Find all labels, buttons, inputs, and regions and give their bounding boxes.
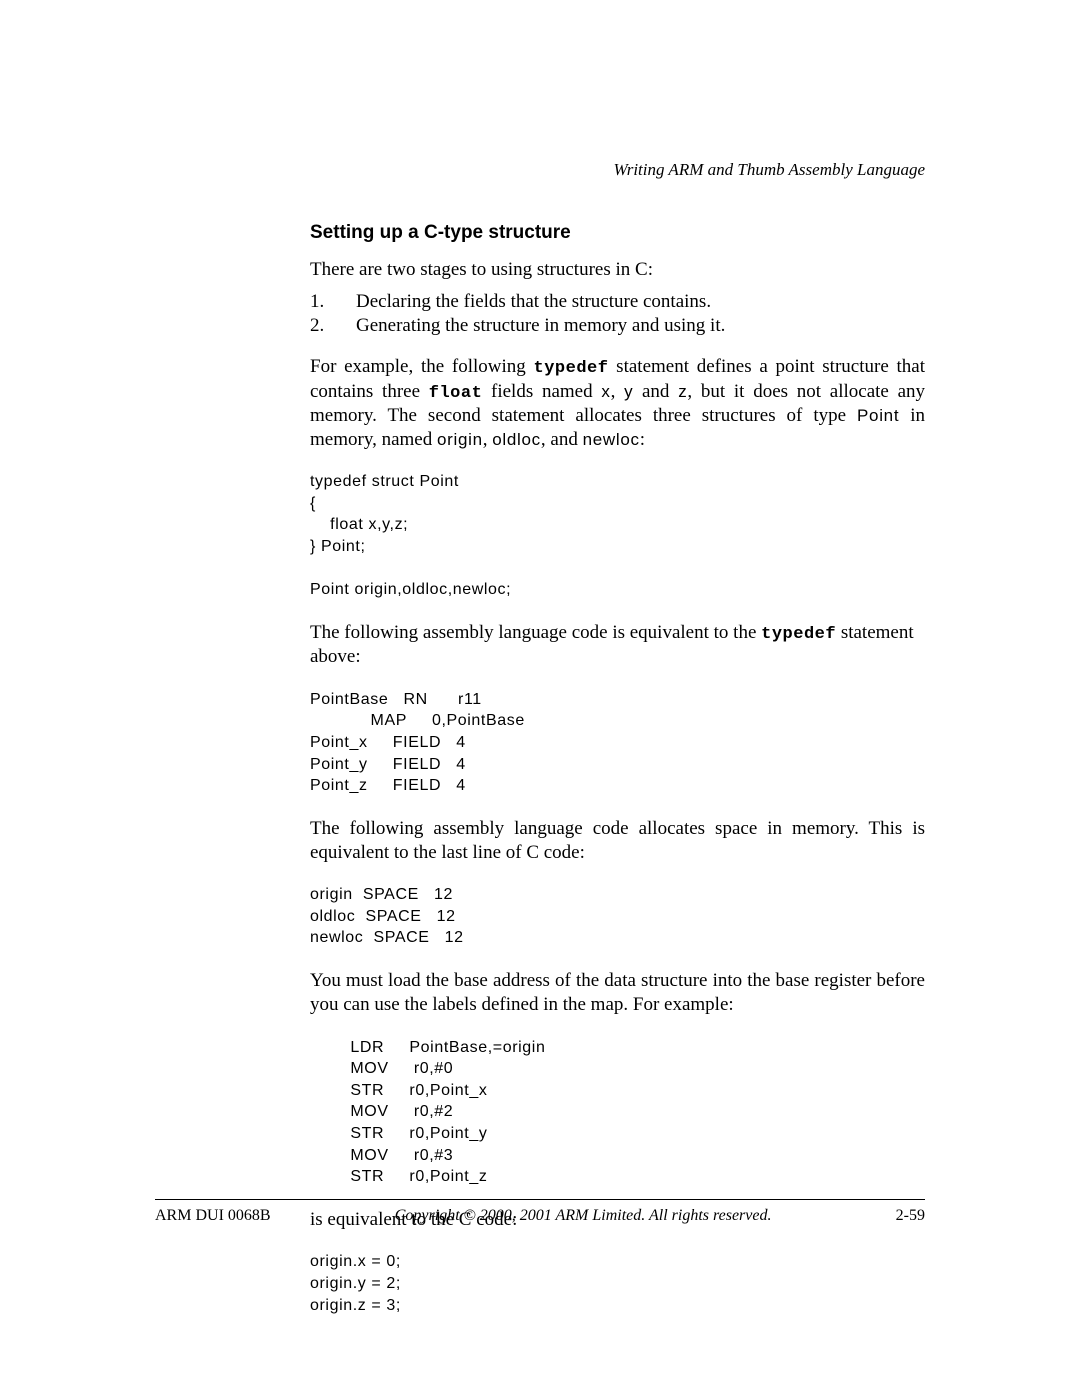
inline-code: Point bbox=[857, 406, 899, 425]
list-item: 2. Generating the structure in memory an… bbox=[310, 314, 925, 338]
inline-code: oldloc bbox=[492, 430, 541, 449]
paragraph: The following assembly language code all… bbox=[310, 817, 925, 865]
keyword-typedef: typedef bbox=[761, 625, 836, 644]
text-run: , bbox=[611, 381, 625, 402]
paragraph: You must load the base address of the da… bbox=[310, 969, 925, 1017]
intro-text: There are two stages to using structures… bbox=[310, 258, 925, 282]
keyword-typedef: typedef bbox=[534, 359, 609, 378]
keyword-float: float bbox=[429, 384, 483, 403]
ordered-list: 1. Declaring the fields that the structu… bbox=[310, 290, 925, 338]
list-item: 1. Declaring the fields that the structu… bbox=[310, 290, 925, 314]
text-run: fields named bbox=[482, 381, 601, 402]
footer-copyright: Copyright © 2000, 2001 ARM Limited. All … bbox=[271, 1207, 896, 1225]
section-title: Setting up a C-type structure bbox=[310, 222, 925, 244]
inline-code: y bbox=[624, 382, 633, 401]
list-text: Generating the structure in memory and u… bbox=[356, 314, 725, 338]
running-head: Writing ARM and Thumb Assembly Language bbox=[310, 160, 925, 180]
list-number: 2. bbox=[310, 314, 356, 338]
page: Writing ARM and Thumb Assembly Language … bbox=[0, 0, 1080, 1397]
code-block-assign: origin.x = 0; origin.y = 2; origin.z = 3… bbox=[310, 1251, 925, 1316]
text-run: and bbox=[633, 381, 678, 402]
code-block-map: PointBase RN r11 MAP 0,PointBase Point_x… bbox=[310, 689, 925, 797]
list-text: Declaring the fields that the structure … bbox=[356, 290, 711, 314]
inline-code: origin bbox=[437, 430, 483, 449]
footer-rule bbox=[155, 1199, 925, 1200]
text-run: For example, the following bbox=[310, 356, 534, 377]
code-block-space: origin SPACE 12 oldloc SPACE 12 newloc S… bbox=[310, 884, 925, 949]
text-run: : bbox=[640, 429, 645, 450]
code-block-ldr: LDR PointBase,=origin MOV r0,#0 STR r0,P… bbox=[310, 1037, 925, 1188]
inline-code: newloc bbox=[583, 430, 640, 449]
code-block-typedef: typedef struct Point { float x,y,z; } Po… bbox=[310, 471, 925, 601]
list-number: 1. bbox=[310, 290, 356, 314]
text-run: , and bbox=[541, 429, 583, 450]
inline-code: z bbox=[678, 382, 687, 401]
footer-page-number: 2-59 bbox=[896, 1207, 925, 1225]
footer: ARM DUI 0068B Copyright © 2000, 2001 ARM… bbox=[155, 1207, 925, 1225]
text-run: , bbox=[483, 429, 493, 450]
text-run: The following assembly language code is … bbox=[310, 622, 761, 643]
inline-code: x bbox=[601, 382, 610, 401]
paragraph: The following assembly language code is … bbox=[310, 621, 925, 669]
footer-doc-id: ARM DUI 0068B bbox=[155, 1207, 271, 1225]
paragraph: For example, the following typedef state… bbox=[310, 355, 925, 451]
